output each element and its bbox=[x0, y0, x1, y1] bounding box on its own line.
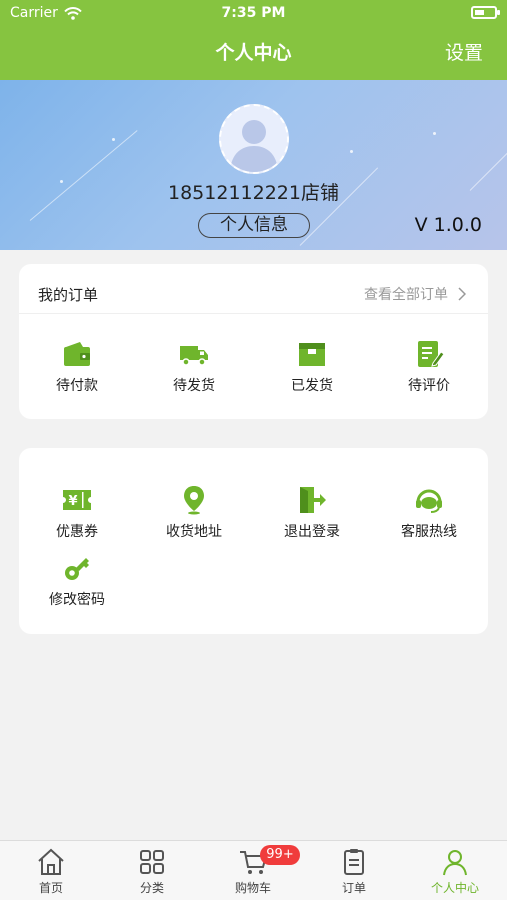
view-all-orders-label: 查看全部订单 bbox=[364, 287, 448, 303]
shipping-address-entry[interactable]: 收货地址 bbox=[139, 484, 249, 541]
change-password-entry[interactable]: 修改密码 bbox=[22, 552, 132, 609]
cart-count-badge: 99+ bbox=[260, 845, 300, 865]
decor-dot bbox=[433, 132, 436, 135]
service-label: 退出登录 bbox=[284, 524, 340, 540]
tab-label: 首页 bbox=[38, 881, 63, 895]
order-pending-payment[interactable]: 待付款 bbox=[22, 338, 132, 395]
logout-entry[interactable]: 退出登录 bbox=[257, 484, 367, 541]
app-version: V 1.0.0 bbox=[414, 214, 482, 236]
box-icon bbox=[299, 343, 325, 366]
bottom-tab-bar: 首页 分类 99+ 购物车 订单 个人中心 bbox=[0, 840, 507, 900]
my-orders-header: 我的订单 查看全部订单 bbox=[19, 264, 488, 314]
order-shipped[interactable]: 已发货 bbox=[257, 338, 367, 395]
logout-icon bbox=[300, 487, 326, 513]
decor-dot bbox=[350, 150, 353, 153]
tab-category[interactable]: 分类 bbox=[107, 847, 197, 896]
order-status-label: 待评价 bbox=[408, 378, 450, 394]
clock: 7:35 PM bbox=[221, 5, 286, 21]
order-status-label: 待发货 bbox=[173, 378, 215, 394]
tab-cart[interactable]: 99+ 购物车 bbox=[208, 845, 300, 896]
status-bar: Carrier 7:35 PM bbox=[0, 0, 507, 28]
profile-info-button[interactable]: 个人信息 bbox=[198, 213, 310, 238]
review-icon bbox=[418, 341, 445, 367]
top-nav-bar: Carrier 7:35 PM 个人中心 设置 bbox=[0, 0, 507, 80]
svg-text:¥: ¥ bbox=[68, 494, 77, 509]
order-list-icon bbox=[344, 849, 364, 875]
service-label: 修改密码 bbox=[49, 592, 105, 608]
avatar[interactable] bbox=[219, 104, 289, 174]
headset-icon bbox=[416, 489, 442, 513]
tab-label: 购物车 bbox=[234, 881, 271, 895]
tab-orders[interactable]: 订单 bbox=[309, 847, 399, 896]
home-icon bbox=[38, 848, 64, 875]
chevron-right-icon bbox=[458, 287, 466, 301]
decor-streak bbox=[29, 130, 138, 221]
customer-service-entry[interactable]: 客服热线 bbox=[374, 484, 484, 541]
tab-home[interactable]: 首页 bbox=[6, 847, 96, 896]
coupons-entry[interactable]: ¥ 优惠券 bbox=[22, 484, 132, 541]
truck-icon bbox=[180, 346, 208, 366]
decor-dot bbox=[112, 138, 115, 141]
tab-label: 订单 bbox=[341, 881, 366, 895]
my-orders-card: 我的订单 查看全部订单 待付款 待发货 已发货 待评价 bbox=[19, 264, 488, 419]
profile-banner: 18512112221店铺 个人信息 V 1.0.0 bbox=[0, 80, 507, 250]
services-card: ¥ 优惠券 收货地址 退出登录 客服热线 修改密码 bbox=[19, 448, 488, 634]
order-status-label: 已发货 bbox=[291, 378, 333, 394]
shop-name: 18512112221店铺 bbox=[168, 182, 339, 204]
tab-label: 分类 bbox=[139, 881, 164, 895]
order-pending-shipment[interactable]: 待发货 bbox=[139, 338, 249, 395]
coupon-icon: ¥ bbox=[61, 490, 93, 510]
user-icon bbox=[443, 850, 467, 876]
default-avatar-icon bbox=[230, 120, 278, 172]
order-pending-review[interactable]: 待评价 bbox=[374, 338, 484, 395]
view-all-orders-link[interactable]: 查看全部订单 bbox=[364, 284, 466, 304]
order-status-label: 待付款 bbox=[56, 378, 98, 394]
my-orders-title: 我的订单 bbox=[38, 286, 99, 304]
settings-button[interactable]: 设置 bbox=[445, 38, 483, 65]
tab-label: 个人中心 bbox=[430, 881, 479, 895]
category-grid-icon bbox=[140, 850, 164, 874]
battery-icon bbox=[471, 6, 500, 19]
service-label: 客服热线 bbox=[401, 524, 457, 540]
key-icon bbox=[65, 558, 89, 580]
page-title: 个人中心 bbox=[215, 42, 292, 64]
location-pin-icon bbox=[184, 486, 204, 515]
tab-profile[interactable]: 个人中心 bbox=[410, 847, 500, 896]
service-label: 优惠券 bbox=[56, 524, 98, 540]
wallet-icon bbox=[64, 342, 90, 366]
service-label: 收货地址 bbox=[166, 524, 222, 540]
